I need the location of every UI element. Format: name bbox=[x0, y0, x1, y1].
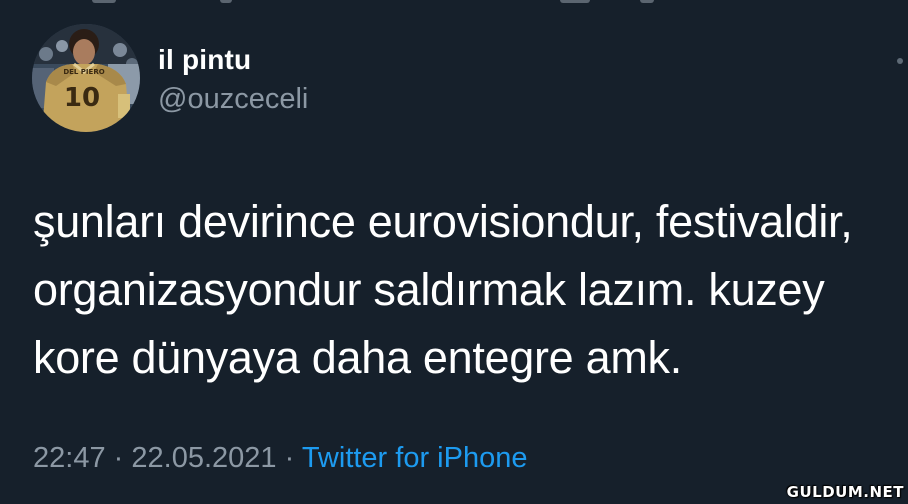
jersey-name: DEL PIERO bbox=[63, 68, 104, 76]
tweet-text: şunları devirince eurovisiondur, festiva… bbox=[33, 188, 903, 392]
avatar[interactable]: DEL PIERO 10 bbox=[32, 24, 140, 132]
more-options-icon[interactable] bbox=[897, 58, 903, 64]
tweet-text-line: şunları devirince eurovisiondur, festiva… bbox=[33, 196, 853, 247]
separator: · bbox=[284, 442, 295, 474]
tweet-source-link[interactable]: Twitter for iPhone bbox=[302, 442, 528, 474]
tweet-metadata: 22:47 · 22.05.2021 · Twitter for iPhone bbox=[33, 440, 527, 476]
tweet-text-line: kore dünyaya daha entegre amk. bbox=[33, 332, 682, 383]
tweet-date[interactable]: 22.05.2021 bbox=[131, 442, 276, 474]
user-handle[interactable]: @ouzceceli bbox=[158, 82, 308, 116]
watermark: GULDUM.NET bbox=[786, 483, 904, 501]
display-name[interactable]: il pintu bbox=[158, 43, 251, 77]
profile-photo-icon: DEL PIERO 10 bbox=[32, 24, 140, 132]
tweet-text-line: organizasyondur saldırmak lazım. kuzey bbox=[33, 264, 825, 315]
jersey-number: 10 bbox=[64, 83, 100, 113]
tweet-time[interactable]: 22:47 bbox=[33, 442, 106, 474]
separator: · bbox=[113, 442, 124, 474]
cropped-previous-content bbox=[0, 0, 908, 5]
